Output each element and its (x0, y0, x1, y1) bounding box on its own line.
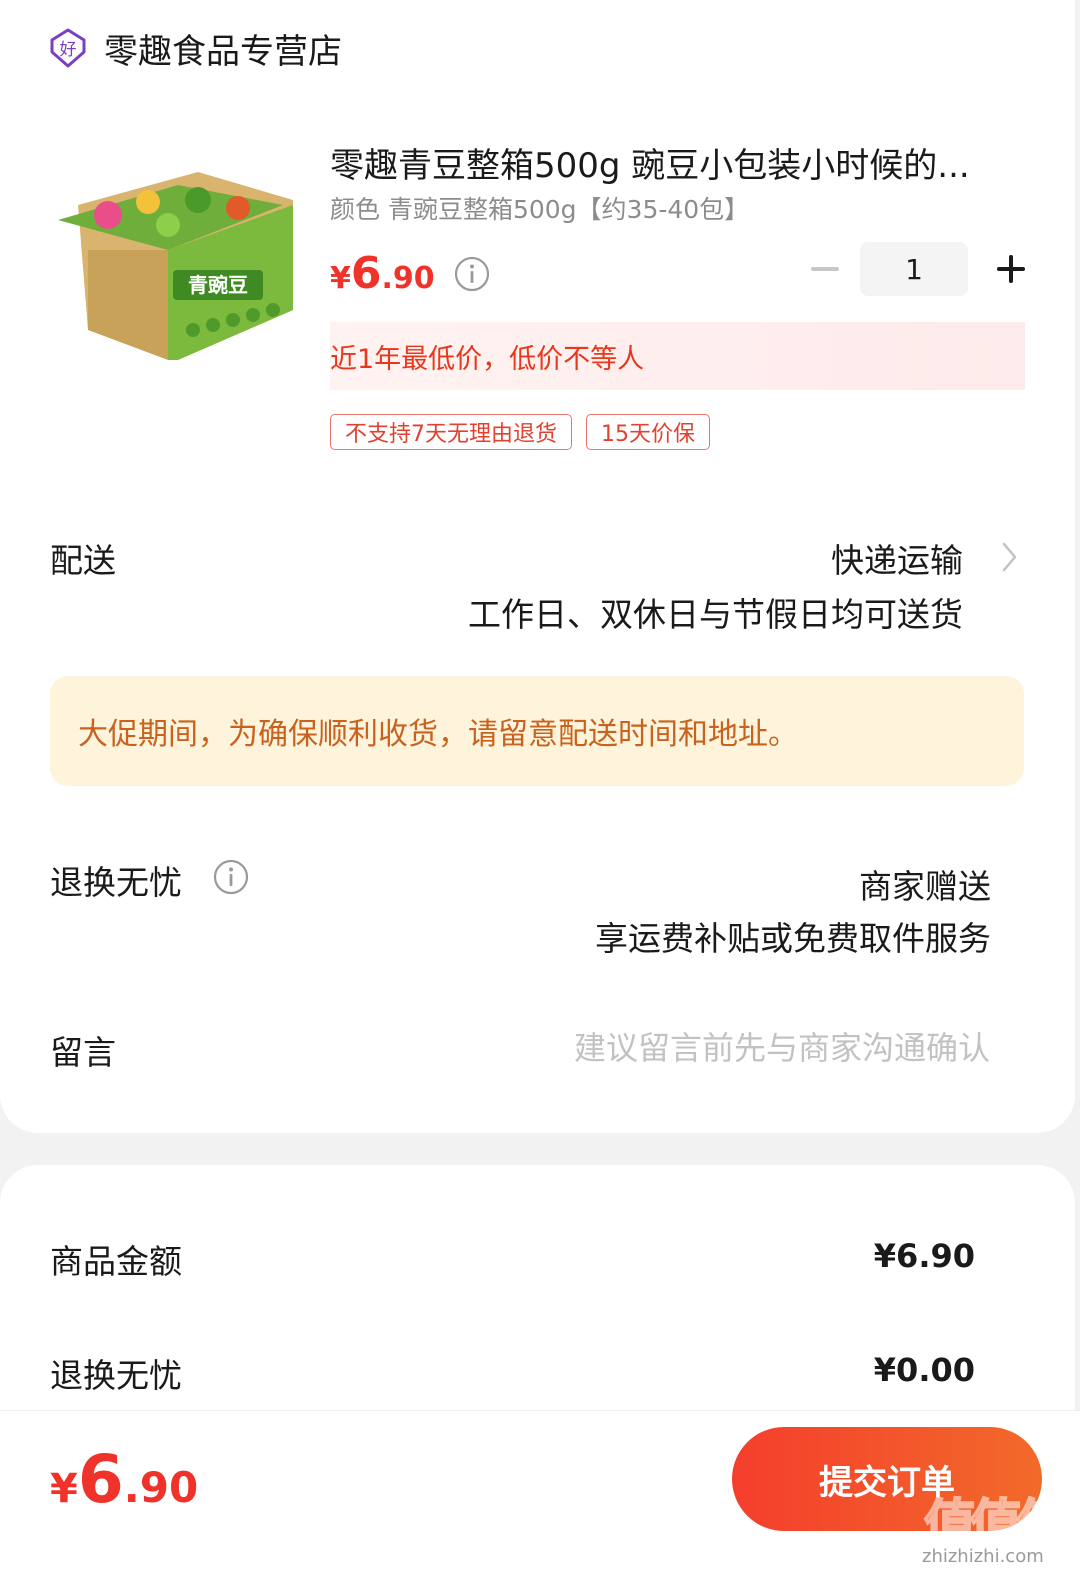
price-info-icon[interactable] (453, 255, 491, 293)
return-service-desc: 享运费补贴或免费取件服务 (595, 919, 991, 958)
return-service-value: 商家赠送 (859, 867, 991, 906)
goods-amount-value: ¥6.90 (873, 1237, 975, 1275)
return-fee-label: 退换无忧 (50, 1356, 182, 1395)
delivery-method[interactable]: 快递运输 (831, 534, 963, 582)
checkout-bar: ¥ 6 .90 提交订单 (0, 1410, 1080, 1577)
message-input[interactable] (500, 1022, 990, 1074)
message-label: 留言 (50, 1033, 116, 1072)
product-image[interactable]: 青豌豆 (48, 160, 298, 370)
product-title[interactable]: 零趣青豆整箱500g 豌豆小包装小时候的... (330, 140, 1020, 192)
unit-price: ¥ 6 .90 (330, 248, 491, 300)
price-integer: 6 (350, 248, 382, 299)
increase-quantity-button[interactable] (986, 242, 1036, 296)
product-spec[interactable]: 颜色 青豌豆整箱500g【约35-40包】 (330, 192, 749, 228)
store-name: 零趣食品专营店 (104, 31, 342, 72)
service-tags: 不支持7天无理由退货 15天价保 (330, 414, 724, 450)
goods-amount-label: 商品金额 (50, 1242, 182, 1281)
total-price: ¥ 6 .90 (50, 1441, 198, 1518)
return-service-label: 退换无忧 (50, 863, 182, 902)
svg-text:好: 好 (60, 40, 77, 60)
chevron-right-icon[interactable] (998, 540, 1020, 574)
order-confirm-page: 好 零趣食品专营店 青豌豆 零趣青豆整箱500g 豌豆小包装小时候的... 颜色… (0, 0, 1080, 1577)
promo-delivery-notice: 大促期间，为确保顺利收货，请留意配送时间和地址。 (50, 676, 1024, 786)
no-return-tag: 不支持7天无理由退货 (330, 414, 572, 450)
price-summary-card: 商品金额 ¥6.90 退换无忧 ¥0.00 (0, 1165, 1075, 1425)
order-card: 好 零趣食品专营店 青豌豆 零趣青豆整箱500g 豌豆小包装小时候的... 颜色… (0, 0, 1075, 1133)
delivery-label: 配送 (50, 541, 116, 580)
total-currency: ¥ (50, 1466, 78, 1512)
total-decimal: .90 (123, 1463, 199, 1512)
svg-text:青豌豆: 青豌豆 (188, 273, 248, 297)
total-integer: 6 (77, 1441, 124, 1518)
return-fee-value: ¥0.00 (873, 1351, 975, 1389)
delivery-schedule: 工作日、双休日与节假日均可送货 (468, 595, 963, 634)
price-currency: ¥ (330, 261, 351, 296)
minus-icon (811, 267, 839, 271)
decrease-quantity-button[interactable] (800, 242, 850, 296)
return-info-icon[interactable] (212, 858, 250, 896)
lowest-price-banner: 近1年最低价，低价不等人 (330, 322, 1025, 390)
good-store-badge-icon: 好 (50, 28, 86, 68)
quantity-field[interactable]: 1 (860, 242, 968, 296)
watermark-text: zhizhizhi.com (922, 1546, 1044, 1567)
store-header[interactable]: 好 零趣食品专营店 (48, 24, 342, 72)
price-decimal: .90 (381, 261, 435, 296)
quantity-stepper: 1 (800, 242, 1036, 296)
price-protection-tag: 15天价保 (586, 414, 710, 450)
